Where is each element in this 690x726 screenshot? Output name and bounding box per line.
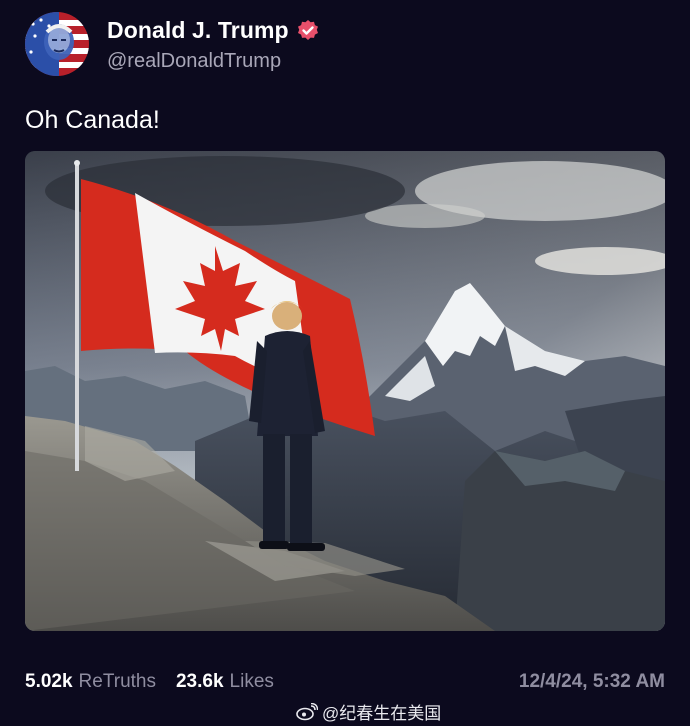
author-handle[interactable]: @realDonaldTrump: [107, 50, 320, 73]
post-header: Donald J. Trump @realDonaldTrump: [25, 12, 320, 76]
retruths-stat[interactable]: 5.02k ReTruths: [25, 671, 156, 693]
truth-post: Donald J. Trump @realDonaldTrump Oh Cana…: [0, 0, 690, 726]
likes-label: Likes: [229, 671, 274, 692]
display-name[interactable]: Donald J. Trump: [107, 17, 289, 44]
avatar[interactable]: [25, 12, 89, 76]
watermark-text: @纪春生在美国: [322, 704, 442, 723]
post-timestamp[interactable]: 12/4/24, 5:32 AM: [519, 671, 665, 693]
display-name-row: Donald J. Trump: [107, 16, 320, 46]
author-names: Donald J. Trump @realDonaldTrump: [107, 16, 320, 73]
post-text: Oh Canada!: [25, 106, 160, 134]
likes-count: 23.6k: [175, 671, 224, 692]
retruths-count: 5.02k: [25, 671, 73, 692]
post-image[interactable]: [25, 151, 665, 631]
watermark: @纪春生在美国: [296, 699, 441, 724]
post-stats: 5.02k ReTruths 23.6k Likes 12/4/24, 5:32…: [25, 668, 665, 696]
weibo-logo-icon: [296, 702, 319, 721]
retruths-label: ReTruths: [78, 671, 156, 692]
likes-stat[interactable]: 23.6k Likes: [176, 671, 274, 693]
verified-badge-icon: [296, 19, 320, 43]
